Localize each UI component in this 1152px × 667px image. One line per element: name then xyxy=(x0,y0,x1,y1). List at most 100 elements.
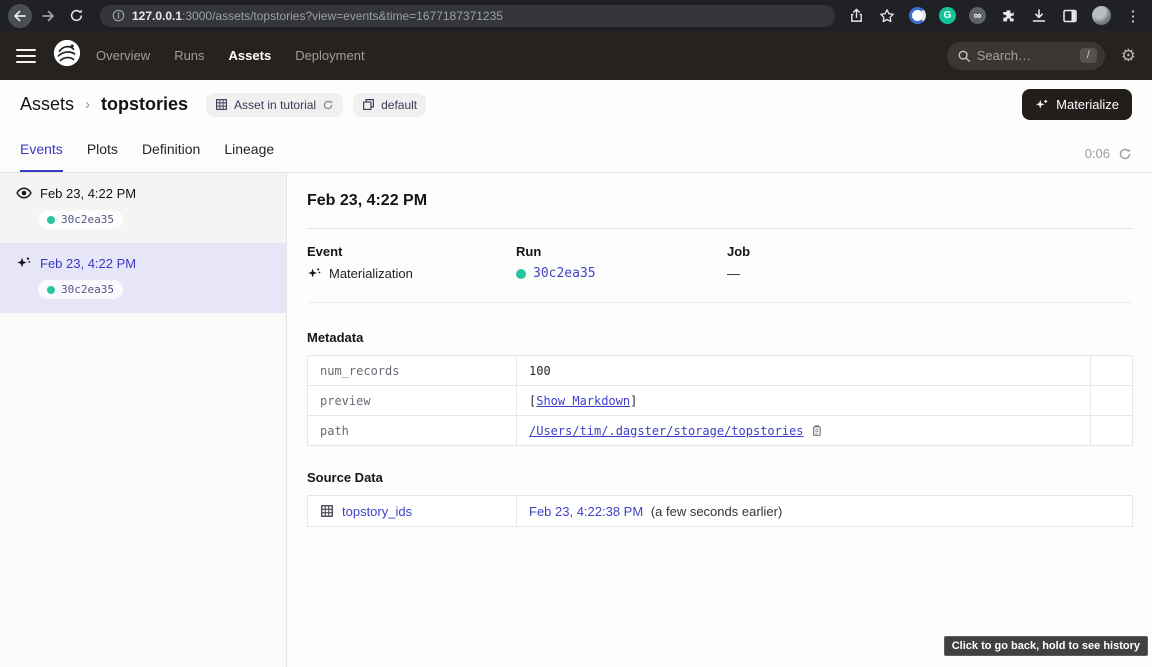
source-asset-link[interactable]: topstory_ids xyxy=(342,504,412,519)
event-list-sidebar: Feb 23, 4:22 PM 30c2ea35 Feb 23, 4:22 PM… xyxy=(0,173,287,667)
group-copy-icon xyxy=(362,98,375,111)
run-label: Run xyxy=(516,244,727,259)
source-data-section-label: Source Data xyxy=(307,470,1133,485)
asset-tabs: Events Plots Definition Lineage 0:06 xyxy=(0,129,1152,173)
bookmark-star-icon[interactable] xyxy=(878,7,896,25)
dagster-logo[interactable] xyxy=(36,38,96,73)
show-markdown-link[interactable]: Show Markdown xyxy=(536,394,630,408)
asset-table-icon xyxy=(320,504,334,518)
job-label: Job xyxy=(727,244,1133,259)
source-data-table: topstory_ids Feb 23, 4:22:38 PM (a few s… xyxy=(307,495,1133,527)
metadata-extra-cell xyxy=(1091,416,1133,446)
address-bar[interactable]: 127.0.0.1:3000/assets/topstories?view=ev… xyxy=(100,5,835,27)
refresh-icon[interactable] xyxy=(1118,147,1132,161)
event-list-item-observation[interactable]: Feb 23, 4:22 PM 30c2ea35 xyxy=(0,173,286,243)
event-type-value: Materialization xyxy=(329,266,413,281)
repo-badge[interactable]: Asset in tutorial xyxy=(206,93,343,117)
group-badge[interactable]: default xyxy=(353,93,426,117)
event-run-job-section: Event Materialization Run 30c2ea35 Job — xyxy=(307,229,1133,303)
browser-menu-icon[interactable]: ⋮ xyxy=(1124,7,1142,25)
browser-toolbar: 127.0.0.1:3000/assets/topstories?view=ev… xyxy=(0,0,1152,31)
copy-to-clipboard-icon[interactable] xyxy=(810,424,823,437)
run-id-pill[interactable]: 30c2ea35 xyxy=(38,280,123,299)
run-status-dot xyxy=(516,269,526,279)
app-navbar: Overview Runs Assets Deployment / ⚙ xyxy=(0,31,1152,80)
tab-plots[interactable]: Plots xyxy=(87,141,118,172)
search-input[interactable] xyxy=(977,48,1074,63)
nav-item-assets[interactable]: Assets xyxy=(229,48,272,63)
downloads-icon[interactable] xyxy=(1030,7,1048,25)
extension-glasses-icon[interactable]: ∞ xyxy=(969,7,986,24)
table-row: topstory_ids Feb 23, 4:22:38 PM (a few s… xyxy=(308,496,1133,527)
arrow-left-icon xyxy=(12,8,28,24)
global-search[interactable]: / xyxy=(947,42,1105,70)
tab-definition[interactable]: Definition xyxy=(142,141,200,172)
table-row: preview [Show Markdown] xyxy=(308,386,1133,416)
metadata-extra-cell xyxy=(1091,356,1133,386)
event-detail-title: Feb 23, 4:22 PM xyxy=(307,173,1133,229)
nav-item-runs[interactable]: Runs xyxy=(174,48,204,63)
refresh-countdown: 0:06 xyxy=(1085,146,1110,161)
metadata-section-label: Metadata xyxy=(307,330,1133,345)
browser-forward-button[interactable] xyxy=(36,4,60,28)
reload-icon xyxy=(69,8,84,23)
materialization-sparkle-icon xyxy=(307,266,322,281)
back-button-tooltip: Click to go back, hold to see history xyxy=(944,636,1148,656)
run-status-dot xyxy=(47,216,55,224)
run-column: Run 30c2ea35 xyxy=(516,244,727,281)
source-event-note: (a few seconds earlier) xyxy=(651,504,783,519)
nav-item-deployment[interactable]: Deployment xyxy=(295,48,364,63)
metadata-key: num_records xyxy=(308,356,517,386)
breadcrumb-asset-name: topstories xyxy=(101,94,188,115)
breadcrumb-separator: › xyxy=(84,96,91,113)
site-info-icon[interactable] xyxy=(112,9,125,22)
run-id-link[interactable]: 30c2ea35 xyxy=(533,266,596,281)
metadata-extra-cell xyxy=(1091,386,1133,416)
settings-gear-icon[interactable]: ⚙ xyxy=(1121,47,1136,64)
breadcrumb-assets[interactable]: Assets xyxy=(20,94,74,115)
event-detail-panel: Feb 23, 4:22 PM Event Materialization Ru… xyxy=(287,173,1152,667)
arrow-right-icon xyxy=(40,8,56,24)
asset-group-icon xyxy=(215,98,228,111)
side-panel-icon[interactable] xyxy=(1061,7,1079,25)
metadata-key: path xyxy=(308,416,517,446)
browser-back-button[interactable] xyxy=(8,4,32,28)
observation-eye-icon xyxy=(16,185,32,201)
event-timestamp: Feb 23, 4:22 PM xyxy=(40,186,136,201)
nav-item-overview[interactable]: Overview xyxy=(96,48,150,63)
table-row: path /Users/tim/.dagster/storage/topstor… xyxy=(308,416,1133,446)
tab-events[interactable]: Events xyxy=(20,141,63,172)
event-timestamp: Feb 23, 4:22 PM xyxy=(40,256,136,271)
job-value: — xyxy=(727,266,740,281)
hamburger-menu-icon[interactable] xyxy=(16,49,36,63)
asset-page-header: Assets › topstories Asset in tutorial de… xyxy=(0,80,1152,173)
job-column: Job — xyxy=(727,244,1133,281)
run-id-pill[interactable]: 30c2ea35 xyxy=(38,210,123,229)
metadata-value: [Show Markdown] xyxy=(517,386,1091,416)
materialize-sparkle-icon xyxy=(1035,98,1049,112)
search-icon xyxy=(957,49,971,63)
metadata-value: /Users/tim/.dagster/storage/topstories xyxy=(517,416,1091,446)
event-label: Event xyxy=(307,244,516,259)
materialize-button[interactable]: Materialize xyxy=(1022,89,1132,120)
table-row: num_records 100 xyxy=(308,356,1133,386)
extension-icon[interactable] xyxy=(909,7,926,24)
metadata-key: preview xyxy=(308,386,517,416)
extensions-puzzle-icon[interactable] xyxy=(999,7,1017,25)
metadata-table: num_records 100 preview [Show Markdown] … xyxy=(307,355,1133,446)
run-status-dot xyxy=(47,286,55,294)
tab-lineage[interactable]: Lineage xyxy=(224,141,274,172)
grammarly-extension-icon[interactable]: G xyxy=(939,7,956,24)
url-text: 127.0.0.1:3000/assets/topstories?view=ev… xyxy=(132,9,503,23)
profile-avatar[interactable] xyxy=(1092,6,1111,25)
search-shortcut-key: / xyxy=(1080,48,1097,63)
browser-reload-button[interactable] xyxy=(64,4,88,28)
event-list-item-materialization[interactable]: Feb 23, 4:22 PM 30c2ea35 xyxy=(0,243,286,313)
source-event-time-link[interactable]: Feb 23, 4:22:38 PM xyxy=(529,504,643,519)
materialization-sparkle-icon xyxy=(16,255,32,271)
metadata-value: 100 xyxy=(517,356,1091,386)
badge-reload-icon[interactable] xyxy=(322,99,334,111)
event-column: Event Materialization xyxy=(307,244,516,281)
share-icon[interactable] xyxy=(847,7,865,25)
path-link[interactable]: /Users/tim/.dagster/storage/topstories xyxy=(529,424,804,438)
